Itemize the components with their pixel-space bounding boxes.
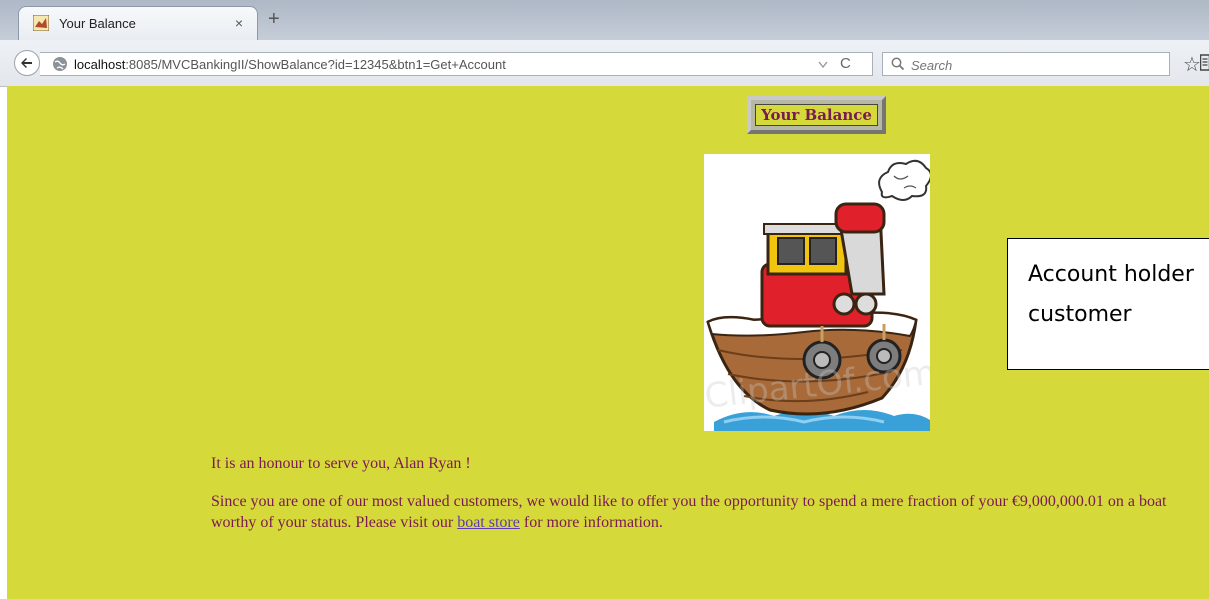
address-bar[interactable]: localhost:8085/MVCBankingII/ShowBalance?… — [40, 52, 873, 76]
url-host: localhost — [74, 57, 126, 72]
page-viewport: Your Balance ClipartOf.com Account holde… — [7, 86, 1209, 599]
greeting-text: It is an honour to serve you, Alan Ryan … — [211, 455, 471, 472]
offer-paragraph: Since you are one of our most valued cus… — [211, 491, 1206, 533]
callout-box: Account holder customer — [1007, 238, 1209, 370]
back-button[interactable] — [14, 50, 40, 76]
boat-store-link[interactable]: boat store — [457, 514, 520, 531]
globe-icon — [53, 57, 67, 71]
your-balance-button[interactable]: Your Balance — [747, 96, 886, 134]
navigation-bar: localhost:8085/MVCBankingII/ShowBalance?… — [0, 40, 1209, 87]
search-input[interactable] — [909, 55, 1163, 75]
arrow-left-icon — [21, 58, 32, 68]
search-icon — [891, 57, 905, 71]
new-tab-button[interactable]: + — [268, 8, 280, 31]
chevron-down-icon[interactable] — [818, 61, 828, 69]
tab-your-balance[interactable]: Your Balance × — [18, 6, 258, 40]
offer-text: Since you are one of our most valued cus… — [211, 493, 1167, 531]
reading-list-icon[interactable] — [1200, 54, 1209, 72]
bookmark-star-icon[interactable]: ☆ — [1183, 52, 1201, 77]
tab-strip: Your Balance × + — [0, 0, 1209, 40]
reload-icon[interactable]: C — [840, 55, 851, 72]
search-bar[interactable] — [882, 52, 1170, 76]
callout-text: Account holder customer — [1028, 262, 1194, 327]
tab-title: Your Balance — [59, 16, 136, 31]
url-text: localhost:8085/MVCBankingII/ShowBalance?… — [74, 57, 506, 72]
url-path: :8085/MVCBankingII/ShowBalance?id=12345&… — [125, 57, 506, 72]
close-tab-icon[interactable]: × — [235, 15, 243, 31]
favicon-icon — [33, 15, 49, 31]
offer-text-end: for more information. — [519, 514, 663, 531]
your-balance-label: Your Balance — [755, 104, 878, 126]
tugboat-image: ClipartOf.com — [704, 154, 930, 431]
